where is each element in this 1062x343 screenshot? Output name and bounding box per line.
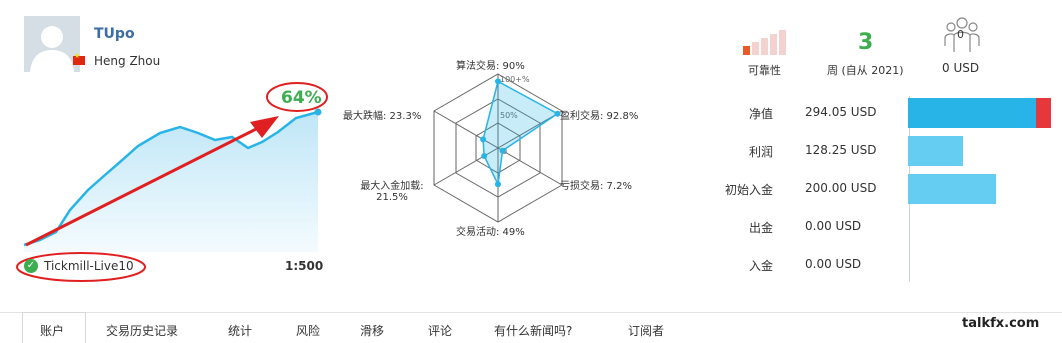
metric-label: 利润 [748, 145, 773, 159]
metric-bar-track [908, 174, 1054, 204]
tab-account[interactable]: 账户 [40, 322, 64, 339]
reliability-label: 可靠性 [748, 64, 781, 77]
metric-bar-track [908, 98, 1054, 128]
metric-value: 128.25 USD [805, 143, 877, 157]
subscribers-count: 0 [957, 28, 964, 41]
china-flag-icon [73, 52, 85, 65]
account-server[interactable]: Tickmill-Live10 [44, 259, 134, 273]
radar-label-profit: 盈利交易: 92.8% [560, 111, 639, 122]
radar-point-max_drawdown [480, 136, 487, 143]
radar-label-loss: 亏损交易: 7.2% [560, 181, 632, 192]
username[interactable]: TUpo [94, 26, 135, 42]
subscribers-funds: 0 USD [942, 61, 980, 75]
metric-bar-loss [1036, 98, 1052, 128]
tab-trade-history[interactable]: 交易历史记录 [106, 322, 178, 339]
avatar[interactable] [24, 16, 80, 72]
metric-bar [908, 174, 996, 204]
tab-news[interactable]: 有什么新闻吗? [494, 322, 572, 339]
radar-ring-label-outer: 100+% [500, 75, 530, 84]
location: Heng Zhou [94, 54, 161, 68]
watermark: talkfx.com [962, 316, 1040, 331]
radar-label-algo: 算法交易: 90% [456, 61, 525, 72]
weeks-value: 3 [858, 30, 874, 55]
metric-value: 0.00 USD [805, 219, 862, 233]
radar-chart: 100+% 50% 0 [433, 73, 563, 223]
tab-statistics[interactable]: 统计 [228, 322, 252, 339]
metric-value: 200.00 USD [805, 181, 877, 195]
verified-check-icon: ✓ [24, 259, 38, 273]
metric-bar-track [908, 212, 1054, 242]
metric-label: 净值 [748, 107, 773, 121]
tab-bar: 账户 交易历史记录 统计 风险 滑移 评论 有什么新闻吗? 订阅者 [0, 312, 1062, 343]
radar-label-activity: 交易活动: 49% [456, 227, 525, 238]
metric-label: 初始入金 [724, 183, 773, 197]
weeks-label: 周 (自从 2021) [827, 64, 904, 77]
radar-point-max_deposit [481, 153, 488, 159]
user-silhouette-icon [30, 26, 74, 72]
growth-percent: 64% [281, 88, 322, 108]
growth-area [24, 112, 318, 252]
radar-label-max-drawdown: 最大跌幅: 23.3% [343, 111, 422, 122]
tab-risks[interactable]: 风险 [296, 322, 320, 339]
reliability-icon [743, 30, 786, 55]
tab-subscribers[interactable]: 订阅者 [628, 322, 664, 339]
tab-slippage[interactable]: 滑移 [360, 322, 384, 339]
metric-bar [908, 136, 964, 166]
tab-reviews[interactable]: 评论 [428, 322, 452, 339]
metric-value: 294.05 USD [805, 105, 877, 119]
radar-data-polygon [482, 80, 559, 187]
leverage: 1:500 [285, 259, 324, 273]
metric-label: 出金 [748, 221, 773, 235]
radar-point-activity [495, 181, 501, 188]
radar-point-algo [495, 78, 501, 85]
radar-point-loss [499, 147, 506, 154]
metric-bar-track [908, 136, 1054, 166]
metric-bar-track [908, 250, 1054, 280]
radar-label-max-deposit: 最大入金加载: 21.5% [360, 181, 424, 203]
metric-bar [908, 98, 1037, 128]
metric-value: 0.00 USD [805, 257, 862, 271]
metric-label: 入金 [748, 259, 773, 273]
